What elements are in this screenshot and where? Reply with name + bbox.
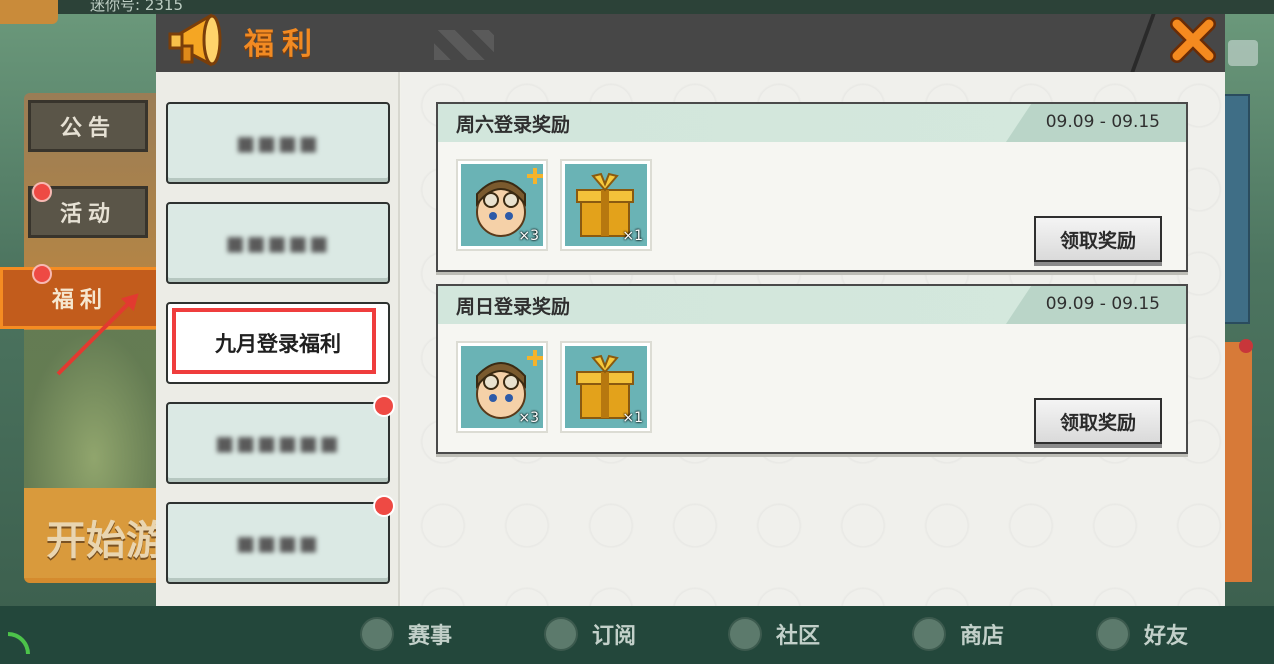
megaphone-icon bbox=[168, 13, 222, 67]
close-x-icon bbox=[1170, 17, 1216, 63]
reward-card-header: 周六登录奖励 09.09 - 09.15 bbox=[438, 104, 1186, 142]
reward-item-slot[interactable]: ×1 bbox=[560, 159, 652, 251]
nav-item-subscribe[interactable]: 订阅 bbox=[544, 612, 636, 656]
left-scene-art bbox=[24, 330, 164, 490]
right-side-panel-lower bbox=[1222, 342, 1252, 582]
item-count: ×1 bbox=[622, 228, 643, 244]
reward-title: 周六登录奖励 bbox=[456, 114, 571, 136]
item-count: ×3 bbox=[518, 228, 539, 244]
category-label-blurred: ■■■■■ bbox=[225, 231, 331, 255]
reward-title: 周日登录奖励 bbox=[456, 296, 571, 318]
side-tab-label: 福利 bbox=[51, 288, 108, 313]
notification-dot bbox=[373, 495, 395, 517]
category-label: 九月登录福利 bbox=[215, 332, 341, 356]
trophy-icon bbox=[360, 617, 394, 651]
notification-dot bbox=[32, 264, 52, 284]
shop-cart-icon bbox=[912, 617, 946, 651]
notification-dot bbox=[32, 182, 52, 202]
reward-item-slot[interactable]: ×3 bbox=[456, 341, 548, 433]
header-decoration bbox=[434, 30, 494, 60]
nav-item-shop[interactable]: 商店 bbox=[912, 612, 1004, 656]
category-button[interactable]: ■■■■■ bbox=[166, 202, 390, 284]
side-tab-label: 活动 bbox=[59, 202, 116, 227]
reward-date-range: 09.09 - 09.15 bbox=[1045, 294, 1160, 314]
start-game-label: 开始游 bbox=[46, 518, 164, 564]
nav-label: 好友 bbox=[1144, 624, 1189, 649]
category-button[interactable]: ■■■■■■ bbox=[166, 402, 390, 484]
reward-date-range: 09.09 - 09.15 bbox=[1045, 112, 1160, 132]
item-count: ×1 bbox=[622, 410, 643, 426]
nav-item-community[interactable]: 社区 bbox=[728, 612, 820, 656]
notification-dot bbox=[373, 395, 395, 417]
claim-reward-button[interactable]: 领取奖励 bbox=[1034, 398, 1162, 444]
close-button[interactable] bbox=[1166, 14, 1220, 66]
reward-item-slot[interactable]: ×1 bbox=[560, 341, 652, 433]
start-game-banner[interactable]: 开始游 bbox=[24, 488, 164, 578]
reward-content-area: 周六登录奖励 09.09 - 09.15 ×3 ×1 领取奖励 周日登录奖励 0… bbox=[401, 72, 1225, 606]
modal-header: 福利 bbox=[156, 13, 1225, 72]
announcement-icon[interactable] bbox=[1228, 40, 1258, 66]
nav-item-events[interactable]: 赛事 bbox=[360, 612, 452, 656]
nav-label: 赛事 bbox=[408, 624, 453, 649]
reward-card-sunday: 周日登录奖励 09.09 - 09.15 ×3 ×1 领取奖励 bbox=[436, 284, 1188, 454]
category-button[interactable]: ■■■■ bbox=[166, 102, 390, 184]
bottom-nav-bar bbox=[0, 606, 1274, 664]
reward-card-header: 周日登录奖励 09.09 - 09.15 bbox=[438, 286, 1186, 324]
welfare-modal: 福利 ■■■■ ■■■■■ 九月登录福利 ■■■■■■ ■■■■ 周六登录奖励 … bbox=[156, 13, 1225, 606]
right-side-panel bbox=[1222, 94, 1250, 324]
category-label-blurred: ■■■■■■ bbox=[215, 431, 341, 455]
nav-label: 社区 bbox=[776, 624, 821, 649]
modal-body: ■■■■ ■■■■■ 九月登录福利 ■■■■■■ ■■■■ 周六登录奖励 09.… bbox=[156, 72, 1225, 606]
item-count: ×3 bbox=[518, 410, 539, 426]
welfare-category-list: ■■■■ ■■■■■ 九月登录福利 ■■■■■■ ■■■■ bbox=[156, 72, 400, 606]
side-tab-label: 公告 bbox=[59, 116, 116, 141]
category-label-blurred: ■■■■ bbox=[236, 531, 320, 555]
subscribe-star-icon bbox=[544, 617, 578, 651]
community-icon bbox=[728, 617, 762, 651]
nav-item-friends[interactable]: 好友 bbox=[1096, 612, 1188, 656]
side-tab-announcement[interactable]: 公告 bbox=[28, 100, 148, 152]
claim-reward-button[interactable]: 领取奖励 bbox=[1034, 216, 1162, 262]
nav-label: 商店 bbox=[960, 624, 1005, 649]
category-button-selected[interactable]: 九月登录福利 bbox=[166, 302, 390, 384]
modal-title: 福利 bbox=[244, 27, 320, 62]
player-avatar[interactable] bbox=[0, 0, 58, 24]
category-button[interactable]: ■■■■ bbox=[166, 502, 390, 584]
reward-item-slot[interactable]: ×3 bbox=[456, 159, 548, 251]
category-label-blurred: ■■■■ bbox=[236, 131, 320, 155]
header-divider bbox=[1130, 14, 1156, 72]
reward-card-saturday: 周六登录奖励 09.09 - 09.15 ×3 ×1 领取奖励 bbox=[436, 102, 1188, 272]
nav-label: 订阅 bbox=[592, 624, 637, 649]
friends-icon bbox=[1096, 617, 1130, 651]
notification-dot bbox=[1239, 339, 1253, 353]
